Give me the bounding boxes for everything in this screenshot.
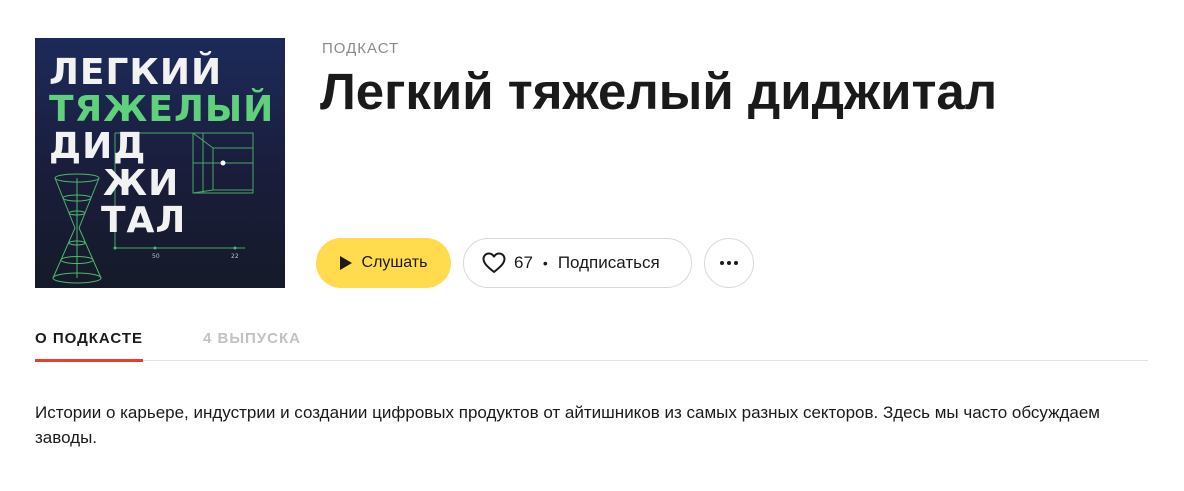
tab-bar: О ПОДКАСТЕ 4 ВЫПУСКА: [35, 318, 1148, 362]
listen-label: Слушать: [361, 254, 428, 271]
tab-about[interactable]: О ПОДКАСТЕ: [35, 330, 144, 362]
cover-line-2: ТЯЖЕЛЫЙ: [49, 89, 275, 130]
like-subscribe-button[interactable]: 67 • Подписаться: [463, 238, 692, 288]
page-title: Легкий тяжелый диджитал: [320, 63, 998, 120]
cover-axis-label-2: 22: [231, 253, 239, 260]
cover-line-4: ЖИ: [103, 163, 180, 204]
podcast-description: Истории о карьере, индустрии и создании …: [35, 403, 1100, 447]
cover-line-1: ЛЕГКИЙ: [49, 52, 223, 93]
content-type-label: ПОДКАСТ: [322, 40, 400, 57]
separator-dot: •: [542, 255, 548, 271]
cover-line-5: ТАЛ: [101, 200, 187, 241]
play-icon: [339, 256, 352, 270]
likes-count: 67: [514, 253, 533, 272]
cover-line-3: ДИД: [49, 126, 147, 167]
more-dot-icon: [720, 261, 724, 265]
listen-button[interactable]: Слушать: [316, 238, 451, 288]
podcast-cover: 50 22 ЛЕГКИЙ ТЯЖЕЛЫЙ ДИД ЖИ ТАЛ: [35, 38, 285, 288]
more-dot-icon: [734, 261, 738, 265]
cover-axis-label-1: 50: [152, 253, 160, 260]
more-options-button[interactable]: [704, 238, 754, 288]
heart-icon: [482, 252, 506, 273]
tab-episodes[interactable]: 4 ВЫПУСКА: [203, 330, 301, 347]
more-dot-icon: [727, 261, 731, 265]
subscribe-label: Подписаться: [557, 253, 660, 272]
cover-title-art: ЛЕГКИЙ ТЯЖЕЛЫЙ ДИД ЖИ ТАЛ: [49, 54, 274, 239]
